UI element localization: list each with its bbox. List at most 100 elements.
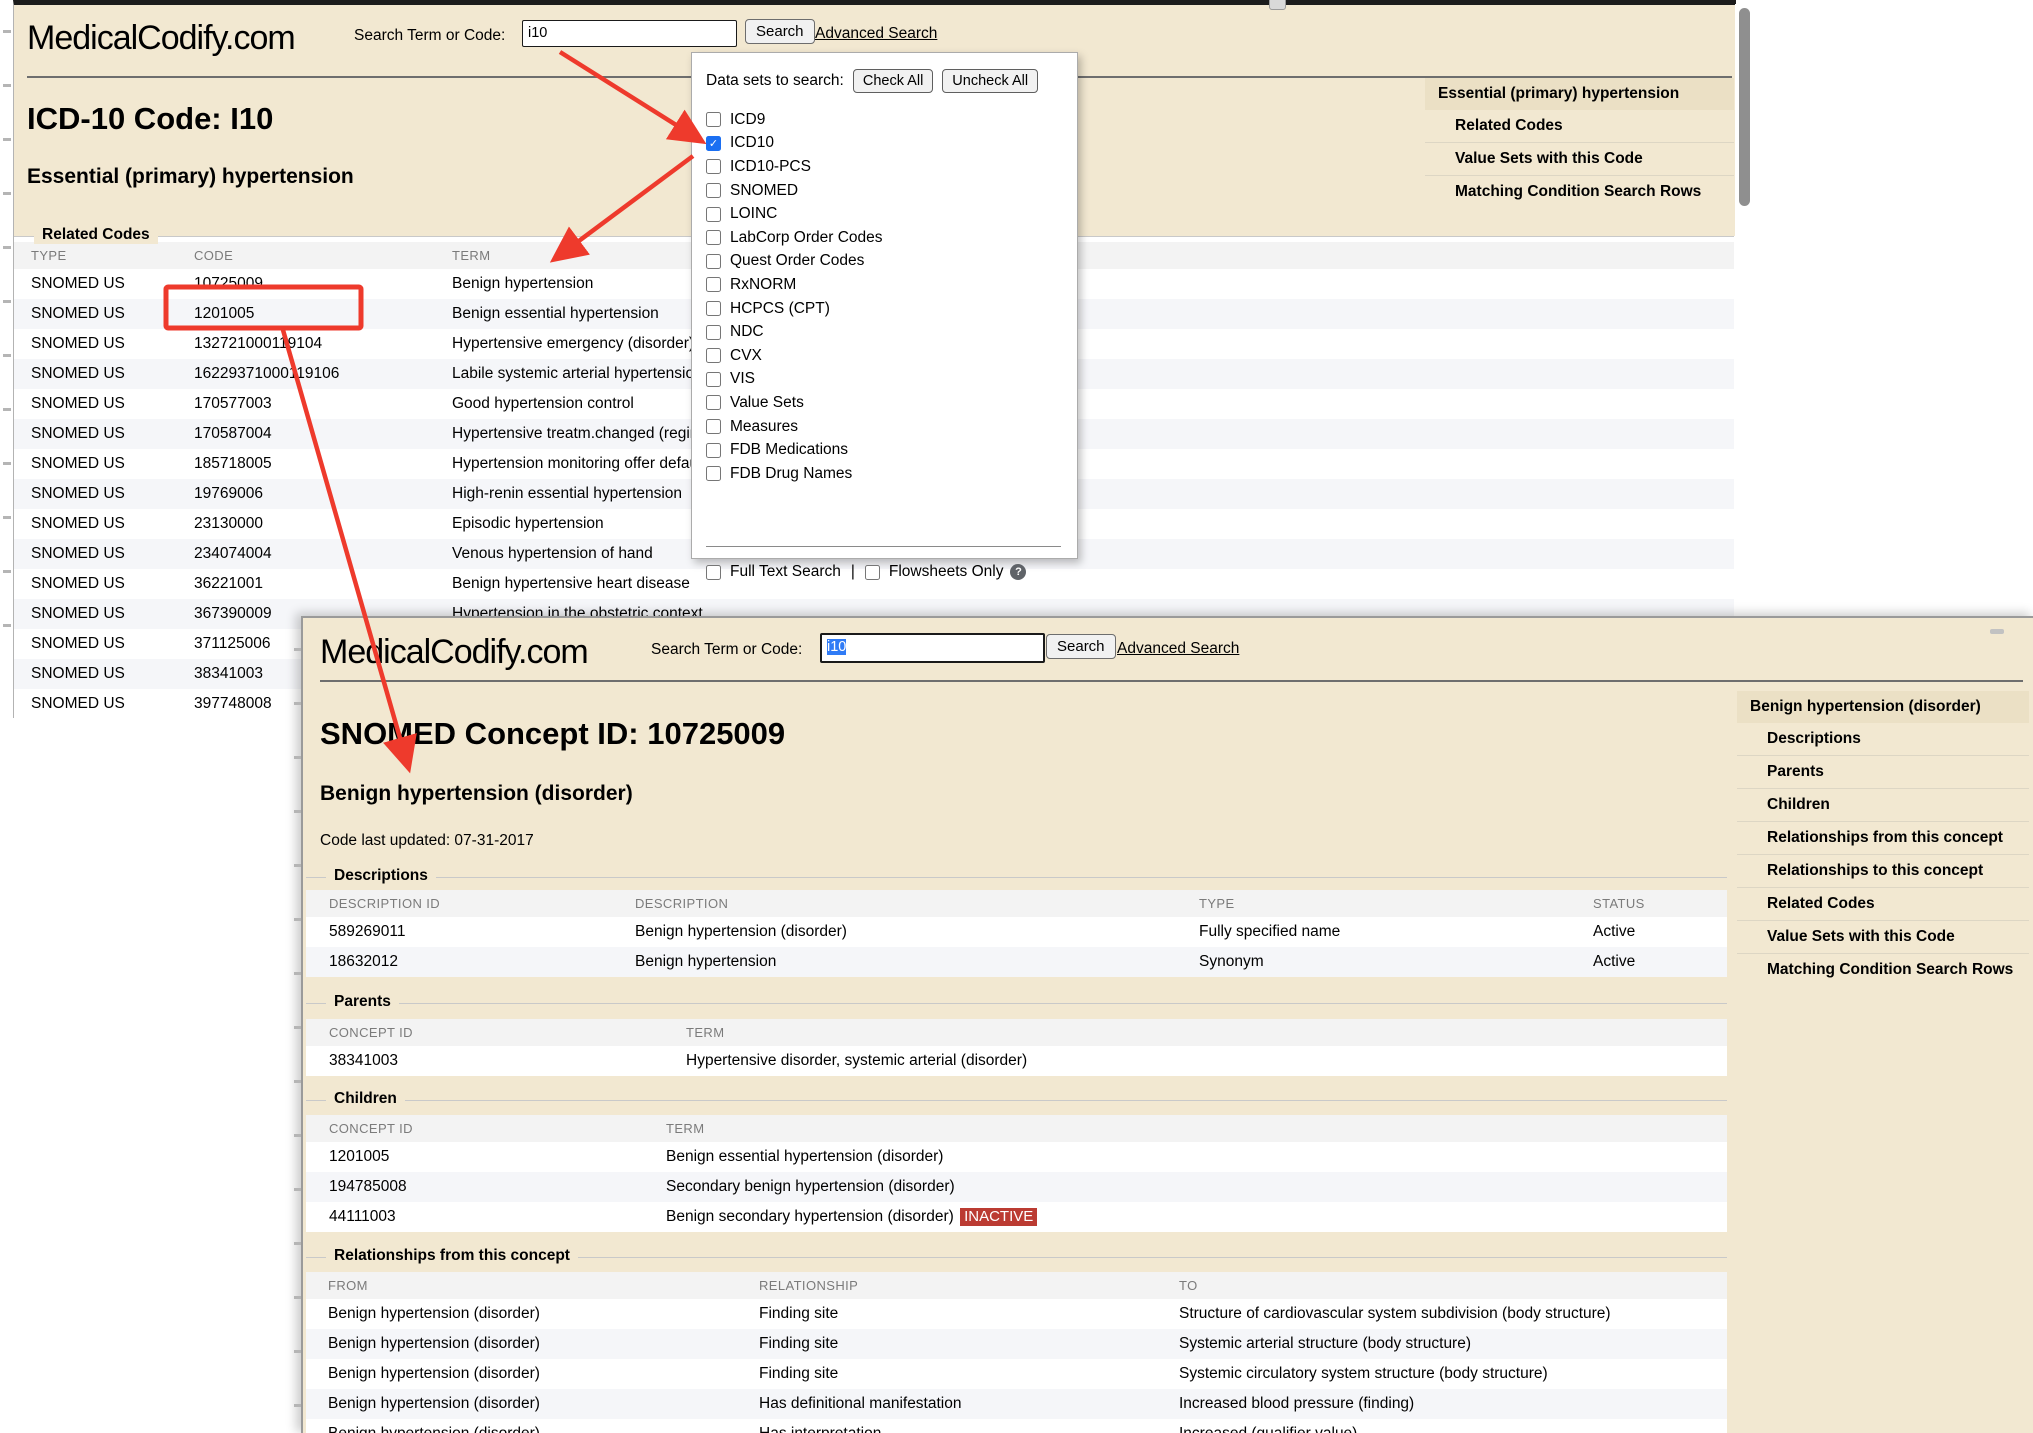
advanced-search-link[interactable]: Advanced Search: [1117, 640, 1239, 658]
table-cell: 36221001: [194, 575, 452, 593]
fieldset-border: Descriptions: [306, 877, 1727, 878]
help-icon[interactable]: ?: [1010, 564, 1026, 580]
uncheck-all-button[interactable]: Uncheck All: [942, 69, 1038, 93]
dataset-option[interactable]: ICD10-PCS: [706, 155, 883, 179]
page-title: ICD-10 Code: I10: [27, 101, 273, 137]
checkbox-icon[interactable]: [706, 419, 721, 434]
column-header: STATUS: [1593, 896, 1727, 911]
sidebar-link[interactable]: Benign hypertension (disorder): [1737, 691, 2029, 723]
page-title: SNOMED Concept ID: 10725009: [320, 716, 785, 752]
table-row: 44111003Benign secondary hypertension (d…: [306, 1202, 1727, 1232]
checkbox-icon[interactable]: [706, 443, 721, 458]
checkbox-icon[interactable]: [706, 112, 721, 127]
column-header: TERM: [686, 1025, 1727, 1040]
checkbox-icon[interactable]: [706, 301, 721, 316]
dataset-option[interactable]: NDC: [706, 320, 883, 344]
dataset-option[interactable]: LabCorp Order Codes: [706, 226, 883, 250]
table-row: Benign hypertension (disorder)Has defini…: [306, 1389, 1727, 1419]
vertical-scrollbar[interactable]: [1735, 4, 1756, 713]
table-cell: Benign secondary hypertension (disorder)…: [666, 1208, 1727, 1226]
search-input[interactable]: i10: [820, 633, 1045, 663]
full-text-checkbox[interactable]: [706, 565, 721, 580]
search-input[interactable]: i10: [522, 20, 737, 47]
table-cell: 1201005: [194, 305, 452, 323]
sidebar-link[interactable]: Value Sets with this Code: [1425, 142, 1734, 175]
table-row: Benign hypertension (disorder)Finding si…: [306, 1299, 1727, 1329]
dataset-option[interactable]: Value Sets: [706, 391, 883, 415]
table-cell: Venous hypertension of hand: [452, 545, 1734, 563]
dataset-option[interactable]: RxNORM: [706, 273, 883, 297]
table-row: Benign hypertension (disorder)Has interp…: [306, 1419, 1727, 1433]
table-cell: 16229371000119106: [194, 365, 452, 383]
dataset-option[interactable]: ✓ICD10: [706, 132, 883, 156]
table-cell: Hypertensive emergency (disorder): [452, 335, 1734, 353]
scrollbar-thumb[interactable]: [1739, 8, 1750, 206]
table-cell: Increased blood pressure (finding): [1179, 1395, 1727, 1413]
table-header-row: FROMRELATIONSHIPTO: [306, 1272, 1727, 1299]
column-header: DESCRIPTION: [635, 896, 1199, 911]
dataset-option[interactable]: CVX: [706, 344, 883, 368]
checkbox-icon[interactable]: [706, 183, 721, 198]
table-row: 18632012Benign hypertensionSynonymActive: [306, 947, 1727, 977]
table-cell: SNOMED US: [31, 455, 194, 473]
checkbox-icon[interactable]: [706, 254, 721, 269]
checkbox-icon[interactable]: [706, 372, 721, 387]
sidebar-link[interactable]: Value Sets with this Code: [1737, 920, 2029, 953]
dataset-option[interactable]: FDB Drug Names: [706, 462, 883, 486]
sidebar-link[interactable]: Related Codes: [1425, 110, 1734, 142]
window2-edge-ticks: [294, 648, 301, 1433]
dataset-option[interactable]: ICD9: [706, 108, 883, 132]
column-header: CODE: [194, 248, 452, 263]
checkbox-icon[interactable]: [706, 207, 721, 222]
checkbox-icon[interactable]: [706, 325, 721, 340]
relationships-from-section: Relationships from this concept FROMRELA…: [306, 1257, 1727, 1433]
site-logo[interactable]: MedicalCodify.com: [27, 19, 295, 58]
dataset-option[interactable]: SNOMED: [706, 179, 883, 203]
sidebar-link[interactable]: Related Codes: [1737, 887, 2029, 920]
flowsheets-checkbox[interactable]: [865, 565, 880, 580]
table-cell: SNOMED US: [31, 605, 194, 623]
dataset-option[interactable]: Quest Order Codes: [706, 250, 883, 274]
descriptions-table: DESCRIPTION IDDESCRIPTIONTYPESTATUS58926…: [306, 890, 1727, 977]
site-logo[interactable]: MedicalCodify.com: [320, 633, 588, 672]
checkbox-icon[interactable]: [706, 395, 721, 410]
dataset-option[interactable]: VIS: [706, 368, 883, 392]
table-cell: 234074004: [194, 545, 452, 563]
sidebar-link[interactable]: Matching Condition Search Rows: [1425, 175, 1734, 208]
sidebar-link[interactable]: Relationships to this concept: [1737, 854, 2029, 887]
checkbox-icon[interactable]: [706, 277, 721, 292]
checkbox-icon[interactable]: [706, 159, 721, 174]
checkbox-icon[interactable]: [706, 230, 721, 245]
table-cell: 1201005: [329, 1148, 666, 1166]
table-cell: Benign essential hypertension: [452, 305, 1734, 323]
footer-separator: |: [851, 563, 855, 581]
dataset-options: ICD9✓ICD10ICD10-PCSSNOMEDLOINCLabCorp Or…: [706, 108, 883, 486]
checkbox-icon[interactable]: [706, 466, 721, 481]
sidebar-link[interactable]: Parents: [1737, 755, 2029, 788]
search-button[interactable]: Search: [1046, 634, 1116, 659]
fieldset-border: Relationships from this concept: [306, 1257, 1727, 1258]
dataset-option[interactable]: LOINC: [706, 202, 883, 226]
checkbox-icon[interactable]: [706, 348, 721, 363]
checkbox-checked-icon[interactable]: ✓: [706, 136, 721, 151]
children-section: Children CONCEPT IDTERM1201005Benign ess…: [306, 1100, 1727, 1232]
sidebar-link[interactable]: Children: [1737, 788, 2029, 821]
sidebar-link[interactable]: Essential (primary) hypertension: [1425, 78, 1734, 110]
full-text-label: Full Text Search: [730, 563, 841, 581]
check-all-button[interactable]: Check All: [853, 69, 933, 93]
datasets-dropdown-panel: Data sets to search: Check All Uncheck A…: [691, 52, 1078, 559]
advanced-search-link[interactable]: Advanced Search: [815, 25, 937, 43]
table-cell: SNOMED US: [31, 515, 194, 533]
relationships-from-table: FROMRELATIONSHIPTOBenign hypertension (d…: [306, 1272, 1727, 1433]
screenshot-root: MedicalCodify.com Search Term or Code: i…: [0, 0, 2033, 1433]
dataset-option[interactable]: Measures: [706, 415, 883, 439]
fieldset-border: Parents: [306, 1003, 1727, 1004]
search-button[interactable]: Search: [745, 19, 815, 44]
dataset-option[interactable]: HCPCS (CPT): [706, 297, 883, 321]
sidebar-link[interactable]: Matching Condition Search Rows: [1737, 953, 2029, 986]
table-cell: SNOMED US: [31, 575, 194, 593]
table-cell: Systemic circulatory system structure (b…: [1179, 1365, 1727, 1383]
sidebar-link[interactable]: Relationships from this concept: [1737, 821, 2029, 854]
dataset-option[interactable]: FDB Medications: [706, 438, 883, 462]
sidebar-link[interactable]: Descriptions: [1737, 723, 2029, 755]
